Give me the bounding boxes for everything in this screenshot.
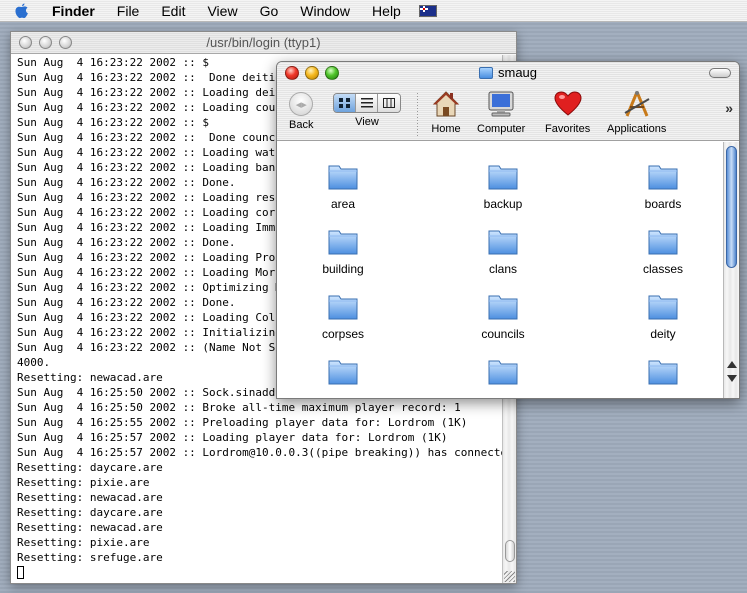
finder-titlebar[interactable]: smaug: [277, 62, 739, 84]
folder-icon: [487, 225, 519, 260]
folder-name: area: [330, 197, 356, 211]
folder-proxy-icon[interactable]: [478, 66, 493, 79]
terminal-titlebar[interactable]: /usr/bin/login (ttyp1): [11, 32, 516, 54]
computer-button[interactable]: Computer: [477, 88, 525, 135]
favorites-button[interactable]: Favorites: [545, 88, 590, 135]
scroll-up-arrow-icon[interactable]: [727, 361, 737, 368]
folder-name: clans: [488, 262, 517, 276]
folder-name: deity: [650, 327, 676, 341]
icon-view-icon[interactable]: [334, 94, 356, 112]
menu-help[interactable]: Help: [372, 3, 401, 19]
terminal-resize-handle[interactable]: [504, 571, 515, 582]
terminal-line: Resetting: pixie.are: [17, 476, 150, 489]
finder-title-text: smaug: [497, 65, 538, 80]
folder-item[interactable]: area: [293, 160, 393, 211]
folder-icon: [327, 290, 359, 325]
folder-item[interactable]: clans: [453, 225, 553, 276]
toolbar-separator: [417, 92, 418, 136]
folder-item[interactable]: building: [293, 225, 393, 276]
folder-icon: [647, 160, 679, 195]
finder-window: smaug ◂▸ Back View Home Computer Favorit…: [276, 61, 740, 399]
folder-name: classes: [642, 262, 683, 276]
applications-button[interactable]: Applications: [607, 88, 666, 135]
terminal-cursor: [17, 566, 24, 579]
menu-go[interactable]: Go: [260, 3, 279, 19]
terminal-line: Sun Aug 4 16:25:57 2002 :: Loading playe…: [17, 431, 448, 444]
folder-icon: [647, 355, 679, 390]
folder-icon: [327, 225, 359, 260]
favorites-label: Favorites: [545, 123, 591, 135]
folder-icon: [327, 355, 359, 390]
terminal-line: Resetting: daycare.are: [17, 506, 163, 519]
folder-icon: [487, 355, 519, 390]
applications-label: Applications: [607, 123, 667, 135]
finder-title: smaug: [277, 65, 739, 80]
home-button[interactable]: Home: [430, 88, 462, 135]
folder-item[interactable]: corpses: [293, 290, 393, 341]
view-label: View: [355, 116, 379, 128]
applications-icon: [621, 88, 653, 120]
folder-name: backup: [483, 197, 523, 211]
terminal-scroll-thumb[interactable]: [505, 540, 515, 562]
folder-icon: [647, 225, 679, 260]
heart-icon: [552, 88, 584, 120]
column-view-icon[interactable]: [378, 94, 400, 112]
folder-item[interactable]: councils: [453, 290, 553, 341]
folder-item[interactable]: [293, 355, 393, 392]
terminal-title: /usr/bin/login (ttyp1): [206, 35, 321, 50]
terminal-cursor-line: [17, 565, 502, 580]
folder-item[interactable]: classes: [613, 225, 713, 276]
terminal-line: Resetting: daycare.are: [17, 461, 163, 474]
folder-name: boards: [644, 197, 682, 211]
list-view-icon[interactable]: [356, 94, 378, 112]
menu-edit[interactable]: Edit: [161, 3, 185, 19]
folder-name: corpses: [321, 327, 365, 341]
terminal-line: Sun Aug 4 16:25:57 2002 :: Lordrom@10.0.…: [17, 446, 502, 459]
terminal-line: Resetting: srefuge.are: [17, 551, 163, 564]
menu-app-finder[interactable]: Finder: [52, 3, 95, 19]
terminal-line: Resetting: pixie.are: [17, 536, 150, 549]
folder-item[interactable]: boards: [613, 160, 713, 211]
back-button[interactable]: ◂▸ Back: [289, 88, 313, 131]
keyboard-layout-flag-icon[interactable]: [418, 4, 437, 17]
menu-view[interactable]: View: [207, 3, 237, 19]
apple-menu-icon[interactable]: [14, 2, 30, 20]
folder-name: councils: [481, 327, 525, 341]
finder-toolbar: ◂▸ Back View Home Computer Favorites App…: [277, 84, 739, 141]
toolbar-overflow-chevron[interactable]: »: [725, 100, 733, 116]
terminal-line: Sun Aug 4 16:25:50 2002 :: Broke all-tim…: [17, 401, 461, 414]
folder-icon: [487, 160, 519, 195]
back-label: Back: [289, 119, 314, 131]
computer-label: Computer: [477, 123, 526, 135]
finder-scrollbar[interactable]: [723, 142, 739, 398]
folder-icon: [647, 290, 679, 325]
scroll-down-arrow-icon[interactable]: [727, 375, 737, 382]
folder-item[interactable]: [453, 355, 553, 392]
terminal-line: Resetting: newacad.are: [17, 491, 163, 504]
home-icon: [430, 88, 462, 120]
terminal-line: Sun Aug 4 16:25:55 2002 :: Preloading pl…: [17, 416, 468, 429]
view-control: View: [333, 88, 401, 128]
folder-icon: [487, 290, 519, 325]
folder-item[interactable]: deity: [613, 290, 713, 341]
menu-bar: Finder File Edit View Go Window Help: [0, 0, 747, 22]
folder-icon: [327, 160, 359, 195]
terminal-line: Resetting: newacad.are: [17, 521, 163, 534]
folder-item[interactable]: [613, 355, 713, 392]
back-arrow-icon: ◂▸: [289, 92, 314, 116]
finder-scroll-thumb[interactable]: [726, 146, 737, 268]
home-label: Home: [431, 123, 461, 135]
folder-name: building: [322, 262, 364, 276]
finder-icon-grid: area backup boards building clans classes corp…: [277, 142, 723, 398]
toolbar-toggle-button[interactable]: [709, 68, 731, 78]
folder-item[interactable]: backup: [453, 160, 553, 211]
computer-icon: [485, 88, 517, 120]
menu-window[interactable]: Window: [300, 3, 350, 19]
menu-file[interactable]: File: [117, 3, 140, 19]
